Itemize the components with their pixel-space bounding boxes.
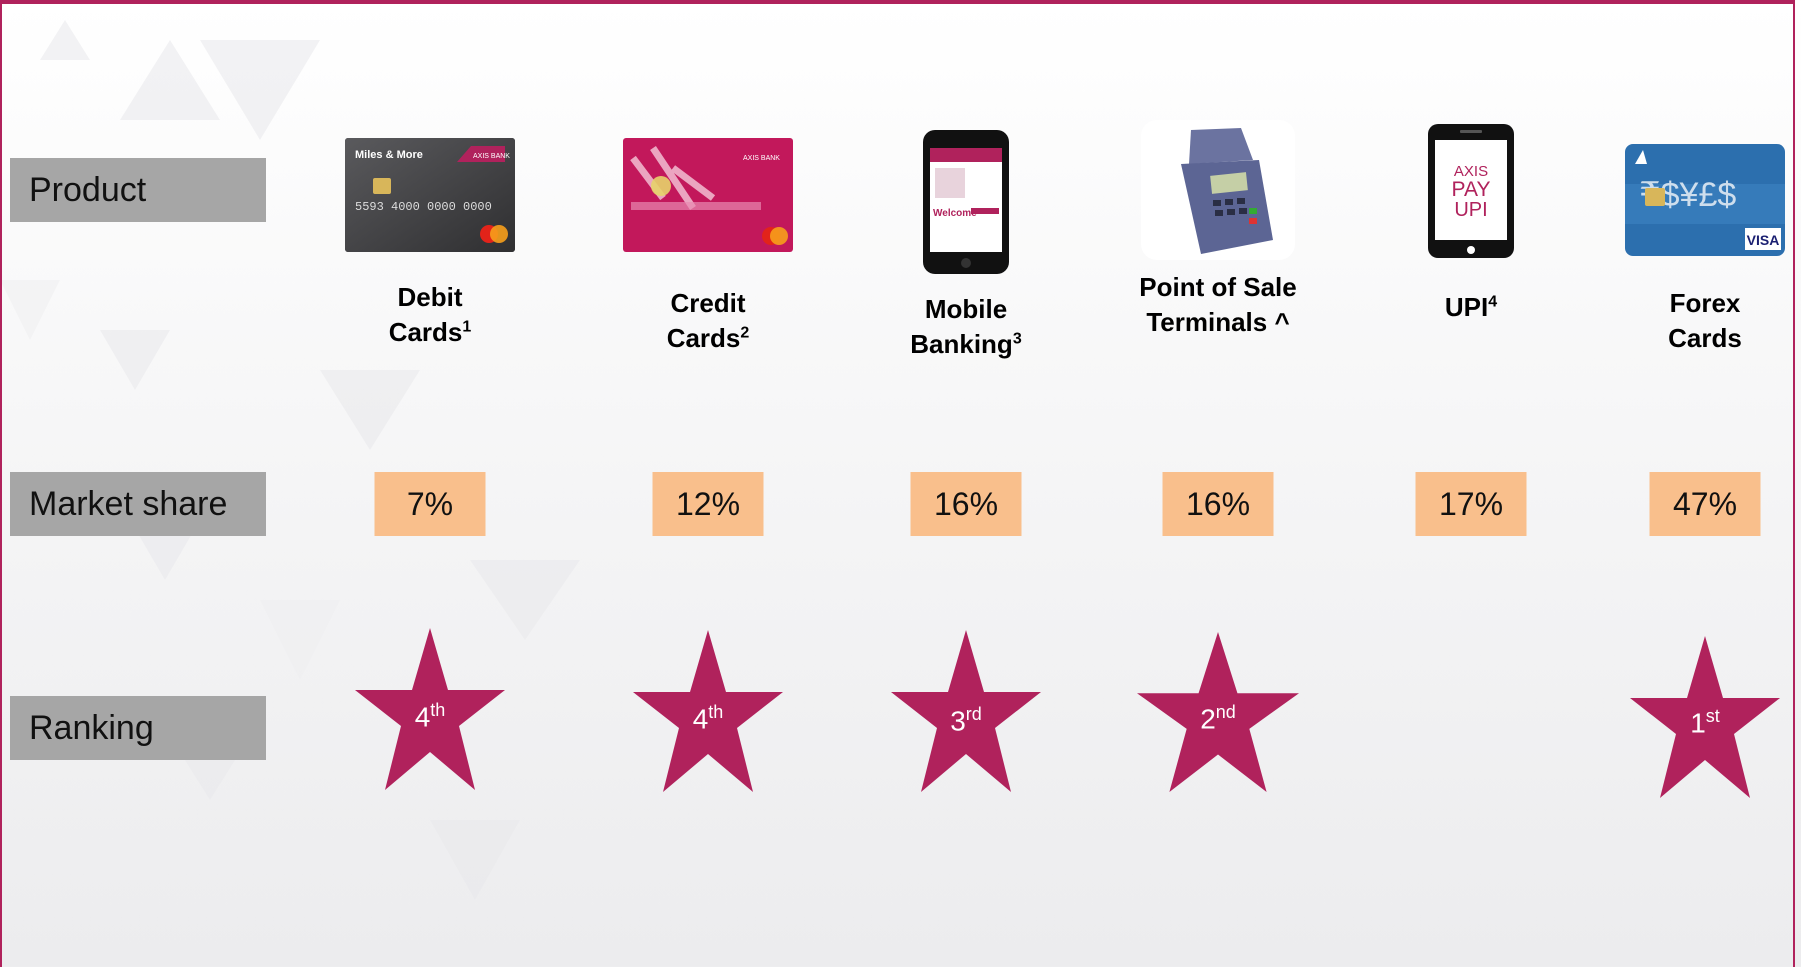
upi-phone-icon: AXIS PAY UPI <box>1428 124 1514 258</box>
product-name-pos-terminals: Point of Sale Terminals ^ <box>1139 272 1297 337</box>
product-name-forex-cards: Forex Cards <box>1668 288 1742 353</box>
product-column-forex-cards: ₹$¥£$ VISA Forex Cards 47% 1st <box>1585 0 1801 967</box>
row-label-ranking: Ranking <box>10 696 266 760</box>
market-share-forex-cards: 47% <box>1649 472 1761 536</box>
product-name-credit-cards: Credit Cards2 <box>666 288 750 353</box>
ranking-forex-cards: 1st <box>1690 706 1720 739</box>
mobile-phone-icon: Welcome <box>923 130 1009 274</box>
upi-logo-line3: UPI <box>1454 199 1487 221</box>
product-name-debit-cards: Debit Cards1 <box>388 282 472 347</box>
pos-terminal-icon <box>1141 120 1295 260</box>
market-share-upi: 17% <box>1415 472 1527 536</box>
product-name-upi: UPI4 <box>1444 292 1498 322</box>
debit-card-brand-text: Miles & More <box>355 149 423 161</box>
product-column-debit-cards: Miles & More AXIS BANK 5593 4000 0000 00… <box>310 0 550 967</box>
row-label-market-share: Market share <box>10 472 266 536</box>
debit-card-icon: Miles & More AXIS BANK 5593 4000 0000 00… <box>345 138 515 252</box>
product-column-upi: AXIS PAY UPI UPI4 17% <box>1351 0 1591 967</box>
ranking-debit-cards: 4th <box>414 700 446 733</box>
product-name-mobile-banking: Mobile Banking3 <box>910 294 1022 359</box>
forex-visa-text: VISA <box>1747 232 1780 248</box>
debit-card-number: 5593 4000 0000 0000 <box>355 200 492 214</box>
ranking-pos-terminals: 2nd <box>1200 702 1236 735</box>
market-share-mobile-banking: 16% <box>910 472 1022 536</box>
market-share-debit-cards: 7% <box>374 472 486 536</box>
phone-welcome-text: Welcome <box>933 208 977 219</box>
ranking-credit-cards: 4th <box>692 702 724 735</box>
product-column-mobile-banking: Welcome Mobile Banking3 16% 3rd <box>846 0 1086 967</box>
credit-card-icon: AXIS BANK <box>623 138 793 252</box>
market-share-pos-terminals: 16% <box>1162 472 1274 536</box>
upi-logo-line2: PAY <box>1452 178 1491 201</box>
forex-card-icon: ₹$¥£$ VISA <box>1625 144 1785 256</box>
ranking-mobile-banking: 3rd <box>950 704 982 737</box>
row-label-product: Product <box>10 158 266 222</box>
debit-card-bank-text: AXIS BANK <box>473 153 510 160</box>
product-column-pos-terminals: Point of Sale Terminals ^ 16% 2nd <box>1098 0 1338 967</box>
credit-card-bank-text: AXIS BANK <box>743 155 780 162</box>
market-share-credit-cards: 12% <box>652 472 764 536</box>
product-column-credit-cards: AXIS BANK Credit Cards2 12% 4th <box>588 0 828 967</box>
